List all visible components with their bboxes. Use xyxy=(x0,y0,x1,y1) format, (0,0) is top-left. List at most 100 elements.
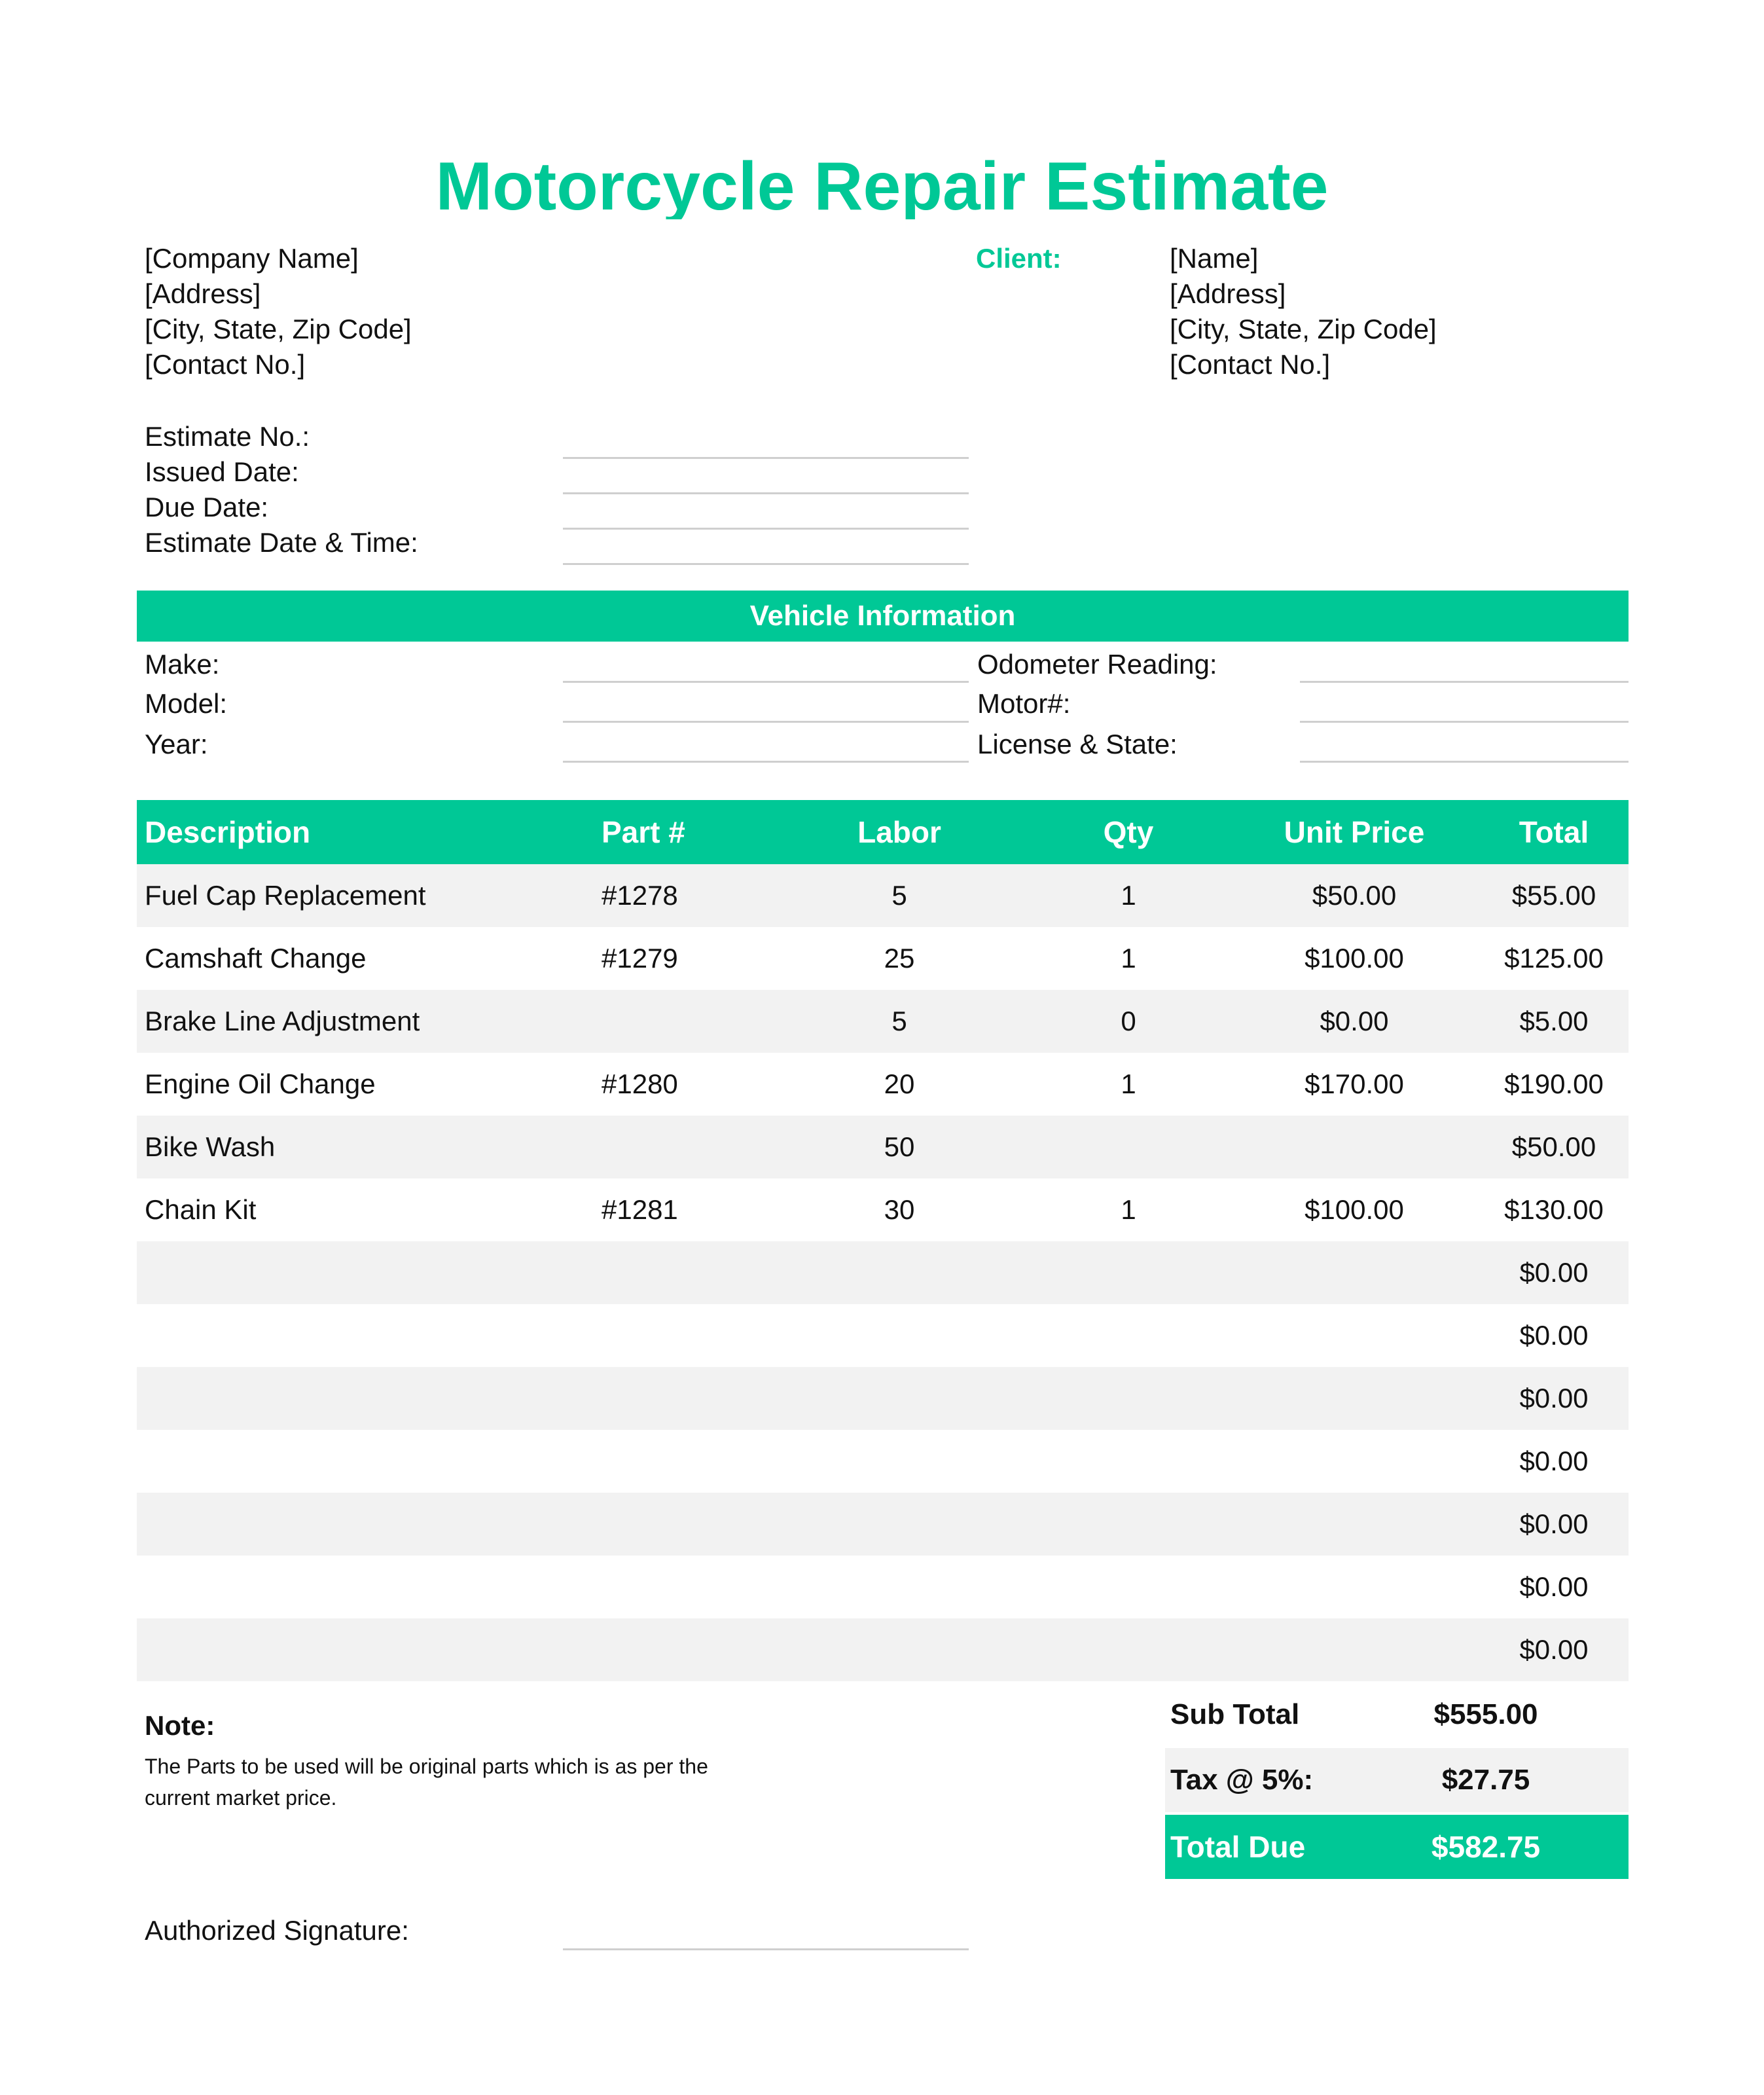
col-total: Total xyxy=(1519,815,1589,849)
row-labor: 30 xyxy=(884,1194,915,1225)
row-qty xyxy=(1070,1556,1187,1618)
table-row: $0.00 xyxy=(137,1430,1629,1493)
tax-label: Tax @ 5%: xyxy=(1170,1764,1314,1796)
col-labor: Labor xyxy=(857,815,941,849)
estimate-fields: Estimate No.: Issued Date: Due Date: Est… xyxy=(145,419,418,560)
row-part xyxy=(602,1618,765,1681)
license-state-label: License & State: xyxy=(977,729,1178,759)
issued-date-label: Issued Date: xyxy=(145,456,299,487)
row-qty xyxy=(1070,1493,1187,1556)
make-field[interactable] xyxy=(563,681,969,683)
total-due-row: Total Due $582.75 xyxy=(1165,1815,1629,1879)
row-labor xyxy=(818,1430,981,1493)
due-date-field[interactable] xyxy=(563,528,969,530)
row-labor: 20 xyxy=(884,1068,915,1099)
row-part xyxy=(602,1241,765,1304)
row-part: #1281 xyxy=(602,1194,678,1225)
signature-field[interactable] xyxy=(563,1948,969,1950)
table-row: $0.00 xyxy=(137,1493,1629,1556)
row-part xyxy=(602,1556,765,1618)
row-labor xyxy=(818,1241,981,1304)
client-contact: [Contact No.] xyxy=(1170,349,1331,380)
row-qty: 1 xyxy=(1121,1068,1136,1099)
row-unit-price xyxy=(1243,1493,1466,1556)
estimate-no-label: Estimate No.: xyxy=(145,421,310,452)
company-name: [Company Name] xyxy=(145,243,359,274)
signature-label: Authorized Signature: xyxy=(145,1915,409,1946)
table-row: $0.00 xyxy=(137,1618,1629,1681)
row-total: $130.00 xyxy=(1504,1194,1604,1225)
row-labor: 50 xyxy=(884,1131,915,1162)
table-row: Bike Wash 50 $50.00 xyxy=(137,1116,1629,1178)
col-part: Part # xyxy=(602,815,685,849)
row-labor xyxy=(818,1367,981,1430)
client-address: [Address] xyxy=(1170,278,1286,309)
row-part: #1278 xyxy=(602,880,678,911)
row-qty: 1 xyxy=(1121,1194,1136,1225)
row-unit-price xyxy=(1243,1116,1466,1178)
year-field[interactable] xyxy=(563,761,969,763)
row-qty xyxy=(1070,1241,1187,1304)
row-part xyxy=(602,1304,765,1367)
subtotal-value: $555.00 xyxy=(1433,1698,1538,1730)
motor-field[interactable] xyxy=(1300,721,1629,723)
row-labor xyxy=(818,1493,981,1556)
year-label: Year: xyxy=(145,729,208,759)
row-part: #1279 xyxy=(602,943,678,974)
row-labor xyxy=(818,1618,981,1681)
row-part xyxy=(602,1430,765,1493)
col-unit-price: Unit Price xyxy=(1284,815,1425,849)
odometer-label: Odometer Reading: xyxy=(977,649,1217,680)
motor-label: Motor#: xyxy=(977,688,1071,719)
row-unit-price: $170.00 xyxy=(1305,1068,1404,1099)
row-unit-price xyxy=(1243,1367,1466,1430)
table-row: $0.00 xyxy=(137,1241,1629,1304)
client-city: [City, State, Zip Code] xyxy=(1170,314,1437,344)
company-info: [Company Name] [Address] [City, State, Z… xyxy=(145,241,412,382)
issued-date-field[interactable] xyxy=(563,492,969,494)
col-qty: Qty xyxy=(1103,815,1154,849)
row-part xyxy=(602,990,765,1053)
row-qty xyxy=(1070,1618,1187,1681)
row-total: $0.00 xyxy=(1519,1257,1589,1288)
row-description: Bike Wash xyxy=(145,1131,276,1162)
table-row: $0.00 xyxy=(137,1304,1629,1367)
row-unit-price xyxy=(1243,1241,1466,1304)
model-field[interactable] xyxy=(563,721,969,723)
row-unit-price xyxy=(1243,1430,1466,1493)
company-city: [City, State, Zip Code] xyxy=(145,314,412,344)
row-total: $5.00 xyxy=(1519,1006,1589,1036)
row-qty: 1 xyxy=(1121,943,1136,974)
model-label: Model: xyxy=(145,688,228,719)
row-total: $125.00 xyxy=(1504,943,1604,974)
vehicle-info-header: Vehicle Information xyxy=(137,591,1629,642)
license-state-field[interactable] xyxy=(1300,761,1629,763)
estimate-no-field[interactable] xyxy=(563,457,969,459)
row-description: Brake Line Adjustment xyxy=(145,1006,420,1036)
row-part xyxy=(602,1116,765,1178)
table-row: Fuel Cap Replacement #1278 5 1 $50.00 $5… xyxy=(137,864,1629,927)
row-labor xyxy=(818,1556,981,1618)
row-qty xyxy=(1070,1367,1187,1430)
row-unit-price xyxy=(1243,1556,1466,1618)
row-labor: 5 xyxy=(891,880,907,911)
subtotal-label: Sub Total xyxy=(1170,1698,1300,1730)
total-due-label: Total Due xyxy=(1170,1830,1306,1864)
make-label: Make: xyxy=(145,649,220,680)
row-qty: 0 xyxy=(1121,1006,1136,1036)
due-date-label: Due Date: xyxy=(145,492,269,522)
note-title: Note: xyxy=(145,1710,215,1741)
row-unit-price: $100.00 xyxy=(1305,1194,1404,1225)
row-qty xyxy=(1070,1430,1187,1493)
row-description: Chain Kit xyxy=(145,1194,257,1225)
row-description: Fuel Cap Replacement xyxy=(145,880,426,911)
odometer-field[interactable] xyxy=(1300,681,1629,683)
row-unit-price: $0.00 xyxy=(1320,1006,1389,1036)
row-unit-price: $50.00 xyxy=(1312,880,1397,911)
estimate-datetime-field[interactable] xyxy=(563,563,969,565)
total-due-value: $582.75 xyxy=(1431,1830,1541,1864)
row-unit-price xyxy=(1243,1618,1466,1681)
row-total: $0.00 xyxy=(1519,1320,1589,1351)
row-description: Camshaft Change xyxy=(145,943,367,974)
row-total: $0.00 xyxy=(1519,1383,1589,1413)
